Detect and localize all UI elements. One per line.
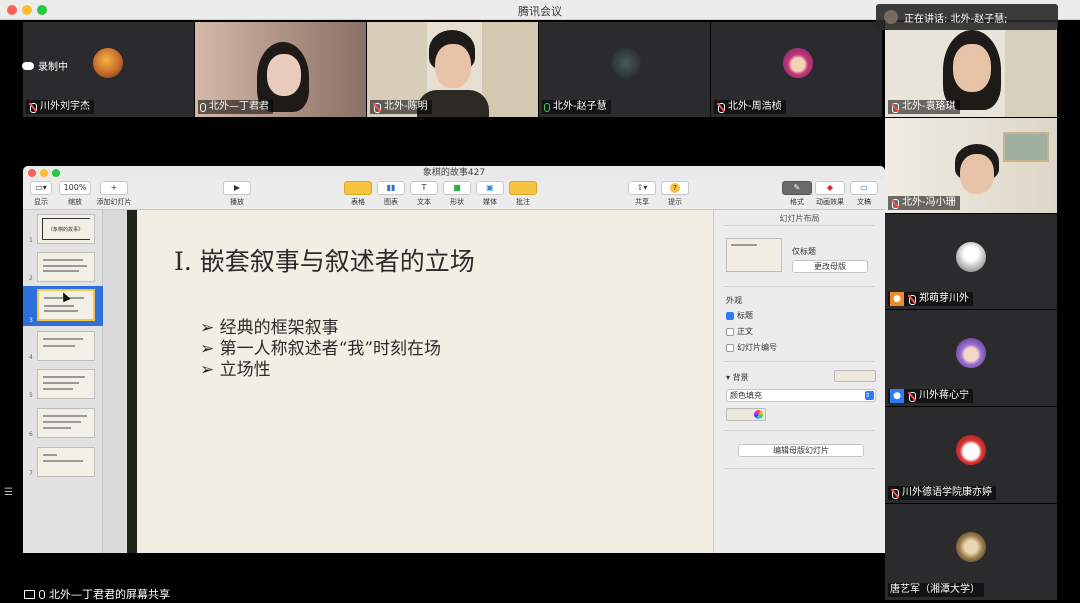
table-button[interactable]: 表格 bbox=[343, 181, 373, 207]
slide-thumbnail[interactable]: 5 bbox=[23, 367, 103, 401]
participant-name: ● 郑萌芽川外 bbox=[888, 292, 973, 306]
bullet-item: ➢ 第一人称叙述者“我”时刻在场 bbox=[200, 339, 442, 359]
zoom-icon[interactable] bbox=[52, 169, 60, 177]
current-slide[interactable]: I. 嵌套叙事与叙述者的立场 ➢ 经典的框架叙事 ➢ 第一人称叙述者“我”时刻在… bbox=[127, 210, 713, 553]
mic-muted-icon bbox=[890, 488, 899, 499]
participant-name: 北外-赵子慧 bbox=[542, 100, 611, 114]
comment-button[interactable]: 批注 bbox=[508, 181, 538, 207]
zoom-button[interactable]: 100% 缩放 bbox=[57, 181, 93, 207]
bullet-item: ➢ 经典的框架叙事 bbox=[200, 318, 339, 338]
video-tile[interactable]: 川外德语学院康亦婷 bbox=[885, 407, 1057, 503]
text-button[interactable]: T 文本 bbox=[409, 181, 439, 207]
slide-number-checkbox[interactable]: 幻灯片编号 bbox=[726, 342, 777, 353]
participant-name: 北外-冯小珊 bbox=[888, 196, 960, 210]
avatar bbox=[93, 48, 123, 78]
animate-button[interactable]: ◆ 动画效果 bbox=[813, 181, 847, 207]
slide-bullets[interactable]: ➢ 经典的框架叙事 ➢ 第一人称叙述者“我”时刻在场 ➢ 立场性 bbox=[200, 318, 441, 381]
participant-name: 北外-周浩桢 bbox=[714, 100, 786, 114]
video-tile[interactable]: 北外-陈明 bbox=[367, 22, 538, 117]
person-icon: ● bbox=[890, 292, 904, 306]
format-button[interactable]: ✎ 格式 bbox=[781, 181, 813, 207]
mic-muted-icon bbox=[907, 294, 916, 305]
background-color-swatch[interactable] bbox=[834, 370, 876, 382]
shared-screen-keynote: 象棋的故事427 ▭▾ 显示 100% 缩放 + 添加幻灯片 ▶ 播放 表格 ▮▮ 图表 … bbox=[23, 166, 885, 553]
appearance-label: 外观 bbox=[726, 296, 742, 305]
edit-master-slide-button[interactable]: 编辑母版幻灯片 bbox=[738, 444, 864, 457]
speaker-banner: 正在讲话: 北外-赵子慧; bbox=[876, 4, 1058, 30]
toolbar-handle-icon[interactable]: ☰ bbox=[4, 487, 18, 505]
participant-name: 北外-袁珞琪 bbox=[888, 100, 960, 114]
participant-name: 川外刘宇杰 bbox=[26, 100, 94, 114]
participant-name: ● 川外蒋心宁 bbox=[888, 389, 973, 403]
avatar bbox=[783, 48, 813, 78]
participant-name: 唐艺军（湘潭大学） bbox=[888, 583, 984, 597]
view-button[interactable]: ▭▾ 显示 bbox=[29, 181, 53, 207]
background-section[interactable]: ▾ 背景 bbox=[726, 372, 749, 383]
slide-navigator: 《象棋的故事》 1 2 3 4 5 6 7 bbox=[23, 210, 103, 553]
layout-name: 仅标题 bbox=[792, 247, 816, 256]
video-tile[interactable]: 北外-袁珞琪 bbox=[885, 22, 1057, 117]
video-tile[interactable]: ● 郑萌芽川外 bbox=[885, 214, 1057, 309]
slide-canvas[interactable]: I. 嵌套叙事与叙述者的立场 ➢ 经典的框架叙事 ➢ 第一人称叙述者“我”时刻在… bbox=[103, 210, 713, 553]
video-tile[interactable]: 北外-周浩桢 bbox=[711, 22, 882, 117]
avatar bbox=[884, 10, 898, 24]
video-tile[interactable]: 唐艺军（湘潭大学） bbox=[885, 504, 1057, 600]
inspector-header: 幻灯片布局 bbox=[779, 214, 820, 223]
color-picker-icon[interactable] bbox=[754, 410, 763, 419]
title-checkbox[interactable]: 标题 bbox=[726, 310, 753, 321]
cloud-icon bbox=[22, 61, 34, 70]
slide-title[interactable]: I. 嵌套叙事与叙述者的立场 bbox=[174, 242, 475, 278]
video-tile[interactable]: ● 川外蒋心宁 bbox=[885, 310, 1057, 406]
keynote-toolbar: ▭▾ 显示 100% 缩放 + 添加幻灯片 ▶ 播放 表格 ▮▮ 图表 T 文本 ■ 形状 ▣… bbox=[23, 180, 885, 210]
video-tile-speaking[interactable]: 北外-赵子慧 bbox=[539, 22, 710, 117]
mic-icon bbox=[39, 589, 45, 599]
shape-button[interactable]: ■ 形状 bbox=[442, 181, 472, 207]
screen-share-label: 北外—丁君君的屏幕共享 bbox=[24, 586, 170, 602]
document-button[interactable]: ▭ 文稿 bbox=[849, 181, 879, 207]
share-button[interactable]: ⇧▾ 共享 bbox=[627, 181, 657, 207]
slide-decoration-bar bbox=[127, 210, 137, 553]
chart-button[interactable]: ▮▮ 图表 bbox=[376, 181, 406, 207]
screen-icon bbox=[24, 589, 35, 599]
video-tile[interactable]: 北外—丁君君 bbox=[195, 22, 366, 117]
mic-muted-icon bbox=[372, 102, 381, 113]
mic-muted-icon bbox=[890, 198, 899, 209]
avatar bbox=[956, 242, 986, 272]
avatar bbox=[956, 338, 986, 368]
mic-muted-icon bbox=[28, 102, 37, 113]
minimize-icon[interactable] bbox=[40, 169, 48, 177]
participant-name: 北外-陈明 bbox=[370, 100, 432, 114]
avatar bbox=[611, 48, 641, 78]
play-button[interactable]: ▶ 播放 bbox=[222, 181, 252, 207]
mic-speaking-icon bbox=[544, 102, 550, 112]
participant-name: 川外德语学院康亦婷 bbox=[888, 486, 996, 500]
slide-thumbnail[interactable]: 6 bbox=[23, 406, 103, 440]
slide-thumbnail[interactable]: 《象棋的故事》 1 bbox=[23, 212, 103, 246]
tips-button[interactable]: ? 提示 bbox=[660, 181, 690, 207]
slide-thumbnail[interactable]: 4 bbox=[23, 329, 103, 363]
add-slide-button[interactable]: + 添加幻灯片 bbox=[95, 181, 133, 207]
media-button[interactable]: ▣ 媒体 bbox=[475, 181, 505, 207]
keynote-title: 象棋的故事427 bbox=[23, 166, 885, 180]
person-icon: ● bbox=[890, 389, 904, 403]
bullet-item: ➢ 立场性 bbox=[200, 360, 271, 380]
mic-muted-icon bbox=[890, 102, 899, 113]
avatar bbox=[956, 532, 986, 562]
video-tile[interactable]: 北外-冯小珊 bbox=[885, 118, 1057, 213]
participant-name: 北外—丁君君 bbox=[198, 100, 273, 114]
fill-color-well[interactable] bbox=[726, 408, 766, 421]
change-master-button[interactable]: 更改母版 bbox=[792, 260, 868, 273]
inspector-panel: 幻灯片布局 仅标题 更改母版 外观 标题 正文 幻灯片编号 ▾ 背景 颜色填充 ⇕… bbox=[713, 210, 885, 553]
body-checkbox[interactable]: 正文 bbox=[726, 326, 753, 337]
close-icon[interactable] bbox=[28, 169, 36, 177]
slide-thumbnail[interactable]: 7 bbox=[23, 445, 103, 479]
slide-thumbnail[interactable]: 2 bbox=[23, 250, 103, 284]
fill-type-select[interactable]: 颜色填充 ⇕ bbox=[726, 389, 876, 402]
mic-muted-icon bbox=[716, 102, 725, 113]
recording-indicator: 录制中 bbox=[22, 58, 68, 73]
mic-icon bbox=[200, 102, 206, 112]
layout-preview[interactable] bbox=[726, 238, 782, 272]
mic-muted-icon bbox=[907, 391, 916, 402]
avatar bbox=[956, 435, 986, 465]
